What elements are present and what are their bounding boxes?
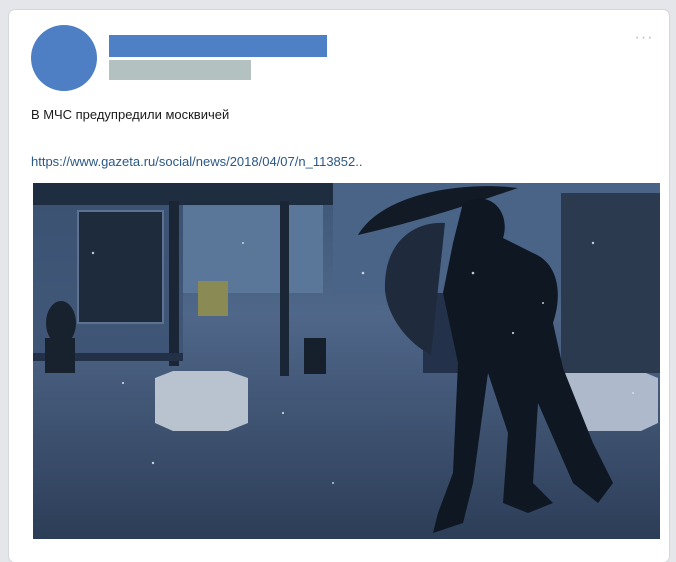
avatar[interactable] (31, 25, 97, 91)
post-photo[interactable] (33, 183, 660, 539)
post-date-placeholder (109, 60, 251, 80)
post-link[interactable]: https://www.gazeta.ru/social/news/2018/0… (31, 154, 362, 169)
author-name-placeholder[interactable] (109, 35, 327, 57)
post-text: В МЧС предупредили москвичей (31, 107, 230, 122)
rain-scene-image (33, 183, 660, 539)
post-card: ··· В МЧС предупредили москвичей https:/… (9, 10, 669, 562)
more-horizontal-icon[interactable]: ··· (629, 30, 659, 46)
